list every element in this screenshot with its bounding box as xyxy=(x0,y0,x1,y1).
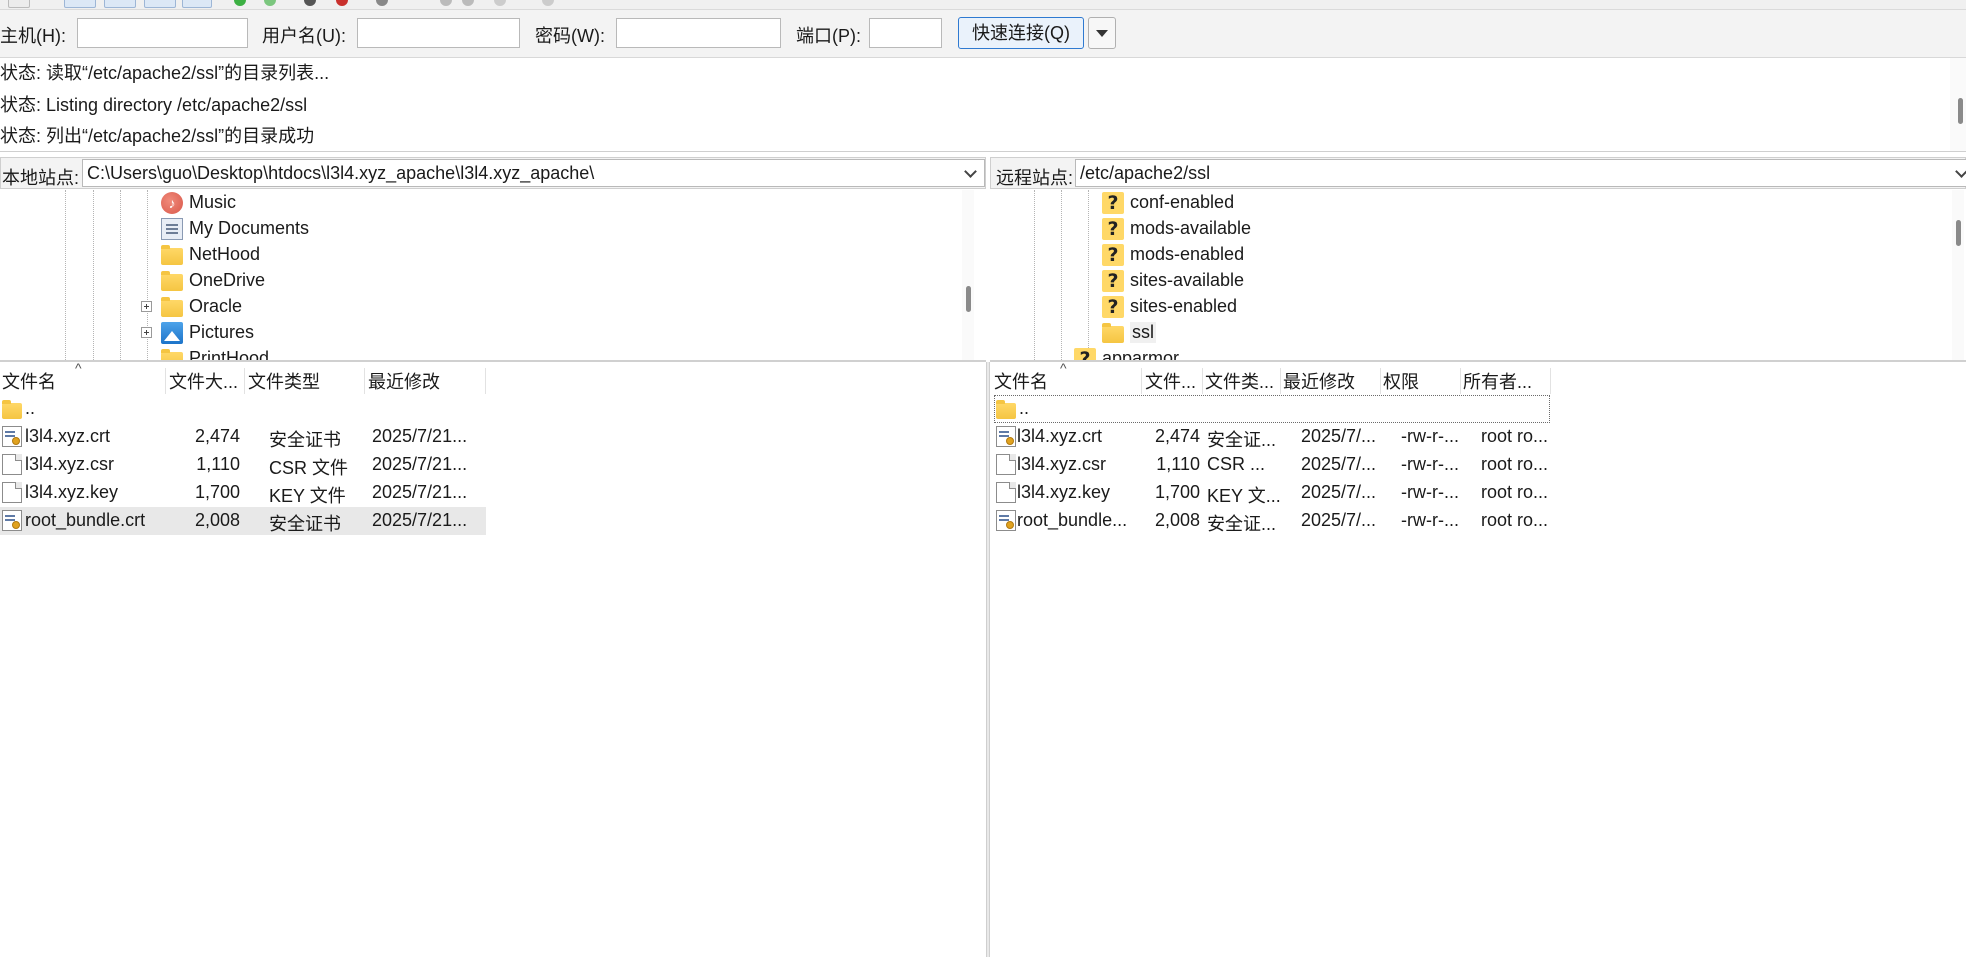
site-manager-icon[interactable] xyxy=(8,0,30,8)
remote-site-bar: 远程站点: /etc/apache2/ssl xyxy=(990,157,1966,189)
quickconnect-bar: 主机(H): 用户名(U): 密码(W): 端口(P): 快速连接(Q) xyxy=(0,10,1966,58)
search-icon[interactable] xyxy=(542,0,554,6)
local-tree-scroll-thumb[interactable] xyxy=(966,286,971,312)
chevron-down-icon[interactable] xyxy=(1957,167,1966,177)
local-site-label: 本地站点: xyxy=(2,168,80,188)
log-line: 状态: 列出“/etc/apache2/ssl”的目录成功 xyxy=(0,126,315,146)
remote-site-label: 远程站点: xyxy=(996,168,1074,188)
folder-icon xyxy=(2,400,22,419)
file-row[interactable]: l3l4.xyz.csr 1,110 CSR ... 2025/7/... -r… xyxy=(994,451,1550,479)
folder-icon xyxy=(161,297,183,317)
host-label: 主机(H): xyxy=(0,26,66,46)
remote-path-combo[interactable]: /etc/apache2/ssl xyxy=(1075,159,1966,187)
quickconnect-button[interactable]: 快速连接(Q) xyxy=(958,17,1084,49)
column-header-filesize[interactable]: 文件... xyxy=(1143,368,1203,394)
certificate-icon xyxy=(996,426,1016,447)
local-path-text: C:\Users\guo\Desktop\htdocs\l3l4.xyz_apa… xyxy=(87,163,595,183)
file-row[interactable]: l3l4.xyz.csr 1,110 CSR 文件 2025/7/21... xyxy=(0,451,486,479)
message-log[interactable]: 状态: 读取“/etc/apache2/ssl”的目录列表... 状态: Lis… xyxy=(0,58,1966,152)
file-row[interactable]: l3l4.xyz.key 1,700 KEY 文件 2025/7/21... xyxy=(0,479,486,507)
column-header-modified[interactable]: 最近修改 xyxy=(1281,368,1381,394)
column-header-filetype[interactable]: 文件类型 xyxy=(246,368,365,394)
log-line: 状态: 读取“/etc/apache2/ssl”的目录列表... xyxy=(0,63,330,83)
reconnect-icon[interactable] xyxy=(376,0,388,6)
toolbar xyxy=(0,0,1966,10)
username-label: 用户名(U): xyxy=(262,26,346,46)
file-icon xyxy=(2,482,22,503)
log-scroll-thumb[interactable] xyxy=(1958,98,1963,124)
password-input[interactable] xyxy=(616,18,781,48)
certificate-icon xyxy=(2,426,22,447)
toggle-local-tree-icon[interactable] xyxy=(104,0,136,8)
refresh-icon[interactable] xyxy=(234,0,246,6)
folder-icon xyxy=(1102,323,1124,343)
file-icon xyxy=(2,454,22,475)
host-input[interactable] xyxy=(77,18,248,48)
file-row[interactable]: l3l4.xyz.key 1,700 KEY 文... 2025/7/... -… xyxy=(994,479,1550,507)
password-label: 密码(W): xyxy=(535,26,605,46)
file-row[interactable]: root_bundle... 2,008 安全证... 2025/7/... -… xyxy=(994,507,1550,535)
column-header-permissions[interactable]: 权限 xyxy=(1381,368,1461,394)
question-folder-icon xyxy=(1102,192,1124,214)
log-scrollbar[interactable] xyxy=(1950,58,1966,151)
question-folder-icon xyxy=(1102,270,1124,292)
expand-oracle-icon[interactable] xyxy=(141,301,152,312)
local-tree-scrollbar[interactable] xyxy=(962,190,974,360)
certificate-icon xyxy=(2,510,22,531)
column-header-filesize[interactable]: 文件大... xyxy=(167,368,245,394)
compare-icon[interactable] xyxy=(462,0,474,6)
sync-browse-icon[interactable] xyxy=(494,0,506,6)
file-icon xyxy=(996,454,1016,475)
folder-icon xyxy=(996,400,1016,419)
port-label: 端口(P): xyxy=(796,26,861,46)
toggle-queue-icon[interactable] xyxy=(182,0,212,8)
file-row-parent[interactable]: .. xyxy=(0,395,486,423)
question-folder-icon xyxy=(1102,218,1124,240)
file-row-selected[interactable]: root_bundle.crt 2,008 安全证书 2025/7/21... xyxy=(0,507,486,535)
local-site-bar: 本地站点: C:\Users\guo\Desktop\htdocs\l3l4.x… xyxy=(0,157,986,189)
folder-icon xyxy=(161,271,183,291)
remote-file-list[interactable]: 文件名 ^ 文件... 文件类... 最近修改 权限 所有者... .. l3l… xyxy=(990,362,1966,957)
toggle-remote-tree-icon[interactable] xyxy=(144,0,176,8)
expand-pictures-icon[interactable] xyxy=(141,327,152,338)
column-header-owner[interactable]: 所有者... xyxy=(1461,368,1551,394)
port-input[interactable] xyxy=(869,18,942,48)
toggle-log-icon[interactable] xyxy=(64,0,96,8)
file-row-parent[interactable]: .. xyxy=(994,395,1550,423)
quickconnect-dropdown-button[interactable] xyxy=(1088,17,1116,49)
username-input[interactable] xyxy=(357,18,520,48)
question-folder-icon xyxy=(1074,348,1096,360)
process-queue-icon[interactable] xyxy=(264,0,276,6)
question-folder-icon xyxy=(1102,244,1124,266)
remote-directory-tree[interactable]: conf-enabled mods-available mods-enabled… xyxy=(990,190,1966,362)
filter-icon[interactable] xyxy=(440,0,452,6)
folder-icon xyxy=(161,349,183,360)
local-file-list[interactable]: 文件名 ^ 文件大... 文件类型 最近修改 .. l3l4.xyz.crt 2… xyxy=(0,362,986,957)
remote-path-text: /etc/apache2/ssl xyxy=(1080,163,1211,183)
remote-tree-scroll-thumb[interactable] xyxy=(1956,220,1961,246)
column-header-filename[interactable]: 文件名 xyxy=(992,368,1142,394)
cancel-icon[interactable] xyxy=(304,0,316,6)
documents-icon xyxy=(161,218,183,240)
file-row[interactable]: l3l4.xyz.crt 2,474 安全证书 2025/7/21... xyxy=(0,423,486,451)
chevron-down-icon[interactable] xyxy=(966,167,976,177)
music-icon xyxy=(161,192,183,214)
column-header-modified[interactable]: 最近修改 xyxy=(366,368,486,394)
disconnect-icon[interactable] xyxy=(336,0,348,6)
local-directory-tree[interactable]: Music My Documents NetHood OneDrive Orac… xyxy=(0,190,986,362)
column-header-filetype[interactable]: 文件类... xyxy=(1203,368,1281,394)
file-row[interactable]: l3l4.xyz.crt 2,474 安全证... 2025/7/... -rw… xyxy=(994,423,1550,451)
local-path-combo[interactable]: C:\Users\guo\Desktop\htdocs\l3l4.xyz_apa… xyxy=(82,159,985,187)
remote-tree-scrollbar[interactable] xyxy=(1952,190,1964,360)
column-header-filename[interactable]: 文件名 xyxy=(0,368,166,394)
question-folder-icon xyxy=(1102,296,1124,318)
sort-ascending-icon: ^ xyxy=(75,362,82,376)
log-line: 状态: Listing directory /etc/apache2/ssl xyxy=(0,95,308,115)
folder-icon xyxy=(161,245,183,265)
certificate-icon xyxy=(996,510,1016,531)
file-icon xyxy=(996,482,1016,503)
pictures-icon xyxy=(161,322,183,344)
sort-ascending-icon: ^ xyxy=(1060,362,1067,376)
